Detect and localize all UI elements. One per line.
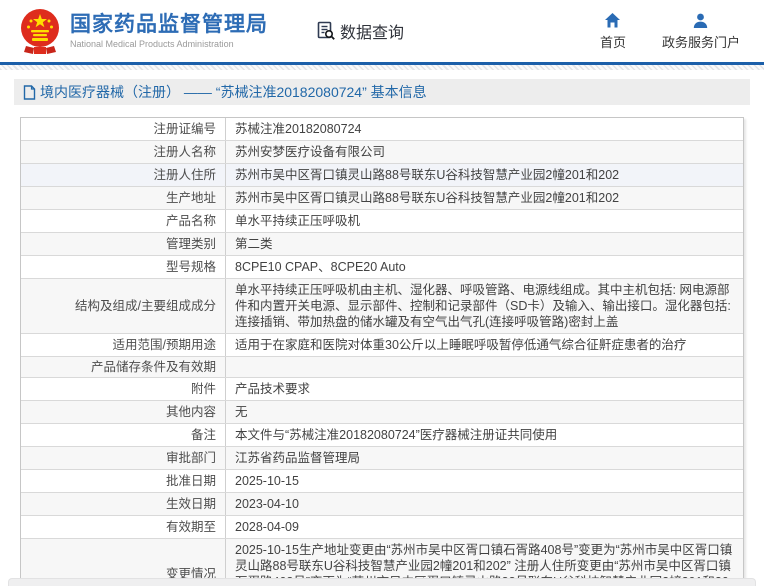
row-label: 管理类别 [21,233,226,255]
org-name-en: National Medical Products Administration [70,39,268,49]
row-value: 产品技术要求 [226,378,743,400]
row-label: 生效日期 [21,493,226,515]
row-label: 注册人名称 [21,141,226,163]
row-value: 8CPE10 CPAP、8CPE20 Auto [226,256,743,278]
table-row: 产品名称单水平持续正压呼吸机 [21,209,743,232]
row-label: 附件 [21,378,226,400]
row-value: 适用于在家庭和医院对体重30公斤以上睡眠呼吸暂停低通气综合征鼾症患者的治疗 [226,334,743,356]
document-icon [23,85,36,100]
row-value: 2028-04-09 [226,516,743,538]
row-value [226,357,743,377]
row-label: 产品储存条件及有效期 [21,357,226,377]
user-icon [692,12,709,29]
row-label: 注册证编号 [21,118,226,140]
nav-gov-portal-label: 政务服务门户 [662,32,740,51]
row-label: 适用范围/预期用途 [21,334,226,356]
nav-home-label: 首页 [600,32,626,51]
table-row: 生效日期2023-04-10 [21,492,743,515]
info-table: 注册证编号苏械注准20182080724注册人名称苏州安梦医疗设备有限公司注册人… [20,117,744,586]
table-row: 结构及组成/主要组成成分单水平持续正压呼吸机由主机、湿化器、呼吸管路、电源线组成… [21,278,743,333]
doc-search-icon [316,21,336,41]
row-value: 苏州市吴中区胥口镇灵山路88号联东U谷科技智慧产业园2幢201和202 [226,187,743,209]
footer-band [8,578,756,586]
row-label: 其他内容 [21,401,226,423]
row-value: 2023-04-10 [226,493,743,515]
nav-home[interactable]: 首页 [600,12,626,51]
table-row: 有效期至2028-04-09 [21,515,743,538]
row-label: 生产地址 [21,187,226,209]
row-label: 型号规格 [21,256,226,278]
table-row: 型号规格8CPE10 CPAP、8CPE20 Auto [21,255,743,278]
breadcrumb: 境内医疗器械（注册） —— “苏械注准20182080724” 基本信息 [14,79,750,105]
national-emblem-icon [20,8,60,56]
org-names: 国家药品监督管理局 National Medical Products Admi… [70,13,268,49]
table-row: 生产地址苏州市吴中区胥口镇灵山路88号联东U谷科技智慧产业园2幢201和202 [21,186,743,209]
home-icon [604,12,621,29]
nav-gov-portal[interactable]: 政务服务门户 [662,12,740,51]
row-value: 苏械注准20182080724 [226,118,743,140]
data-query-tab[interactable]: 数据查询 [316,19,404,43]
row-value: 2025-10-15 [226,470,743,492]
row-value: 苏州安梦医疗设备有限公司 [226,141,743,163]
row-label: 备注 [21,424,226,446]
table-row: 附件产品技术要求 [21,377,743,400]
row-value: 单水平持续正压呼吸机 [226,210,743,232]
row-value: 第二类 [226,233,743,255]
row-label: 审批部门 [21,447,226,469]
data-query-label: 数据查询 [340,19,404,43]
row-label: 结构及组成/主要组成成分 [21,279,226,333]
table-row: 注册人住所苏州市吴中区胥口镇灵山路88号联东U谷科技智慧产业园2幢201和202 [21,163,743,186]
table-row: 产品储存条件及有效期 [21,356,743,377]
row-value: 本文件与“苏械注准20182080724”医疗器械注册证共同使用 [226,424,743,446]
table-row: 其他内容无 [21,400,743,423]
row-value: 江苏省药品监督管理局 [226,447,743,469]
table-row: 备注本文件与“苏械注准20182080724”医疗器械注册证共同使用 [21,423,743,446]
table-row: 注册证编号苏械注准20182080724 [21,118,743,140]
site-header: 国家药品监督管理局 National Medical Products Admi… [0,0,764,62]
row-value: 苏州市吴中区胥口镇灵山路88号联东U谷科技智慧产业园2幢201和202 [226,164,743,186]
top-nav: 首页 政务服务门户 [600,12,746,51]
table-row: 审批部门江苏省药品监督管理局 [21,446,743,469]
row-label: 产品名称 [21,210,226,232]
table-row: 管理类别第二类 [21,232,743,255]
row-label: 注册人住所 [21,164,226,186]
row-value: 单水平持续正压呼吸机由主机、湿化器、呼吸管路、电源线组成。其中主机包括: 网电源… [226,279,743,333]
site-logo[interactable]: 国家药品监督管理局 National Medical Products Admi… [20,6,268,56]
row-label: 批准日期 [21,470,226,492]
table-row: 注册人名称苏州安梦医疗设备有限公司 [21,140,743,163]
breadcrumb-text: 境内医疗器械（注册） —— “苏械注准20182080724” 基本信息 [40,82,427,102]
table-row: 批准日期2025-10-15 [21,469,743,492]
org-name-zh: 国家药品监督管理局 [70,13,268,37]
hatch-strip [0,65,764,70]
row-label: 有效期至 [21,516,226,538]
table-row: 适用范围/预期用途适用于在家庭和医院对体重30公斤以上睡眠呼吸暂停低通气综合征鼾… [21,333,743,356]
row-value: 无 [226,401,743,423]
